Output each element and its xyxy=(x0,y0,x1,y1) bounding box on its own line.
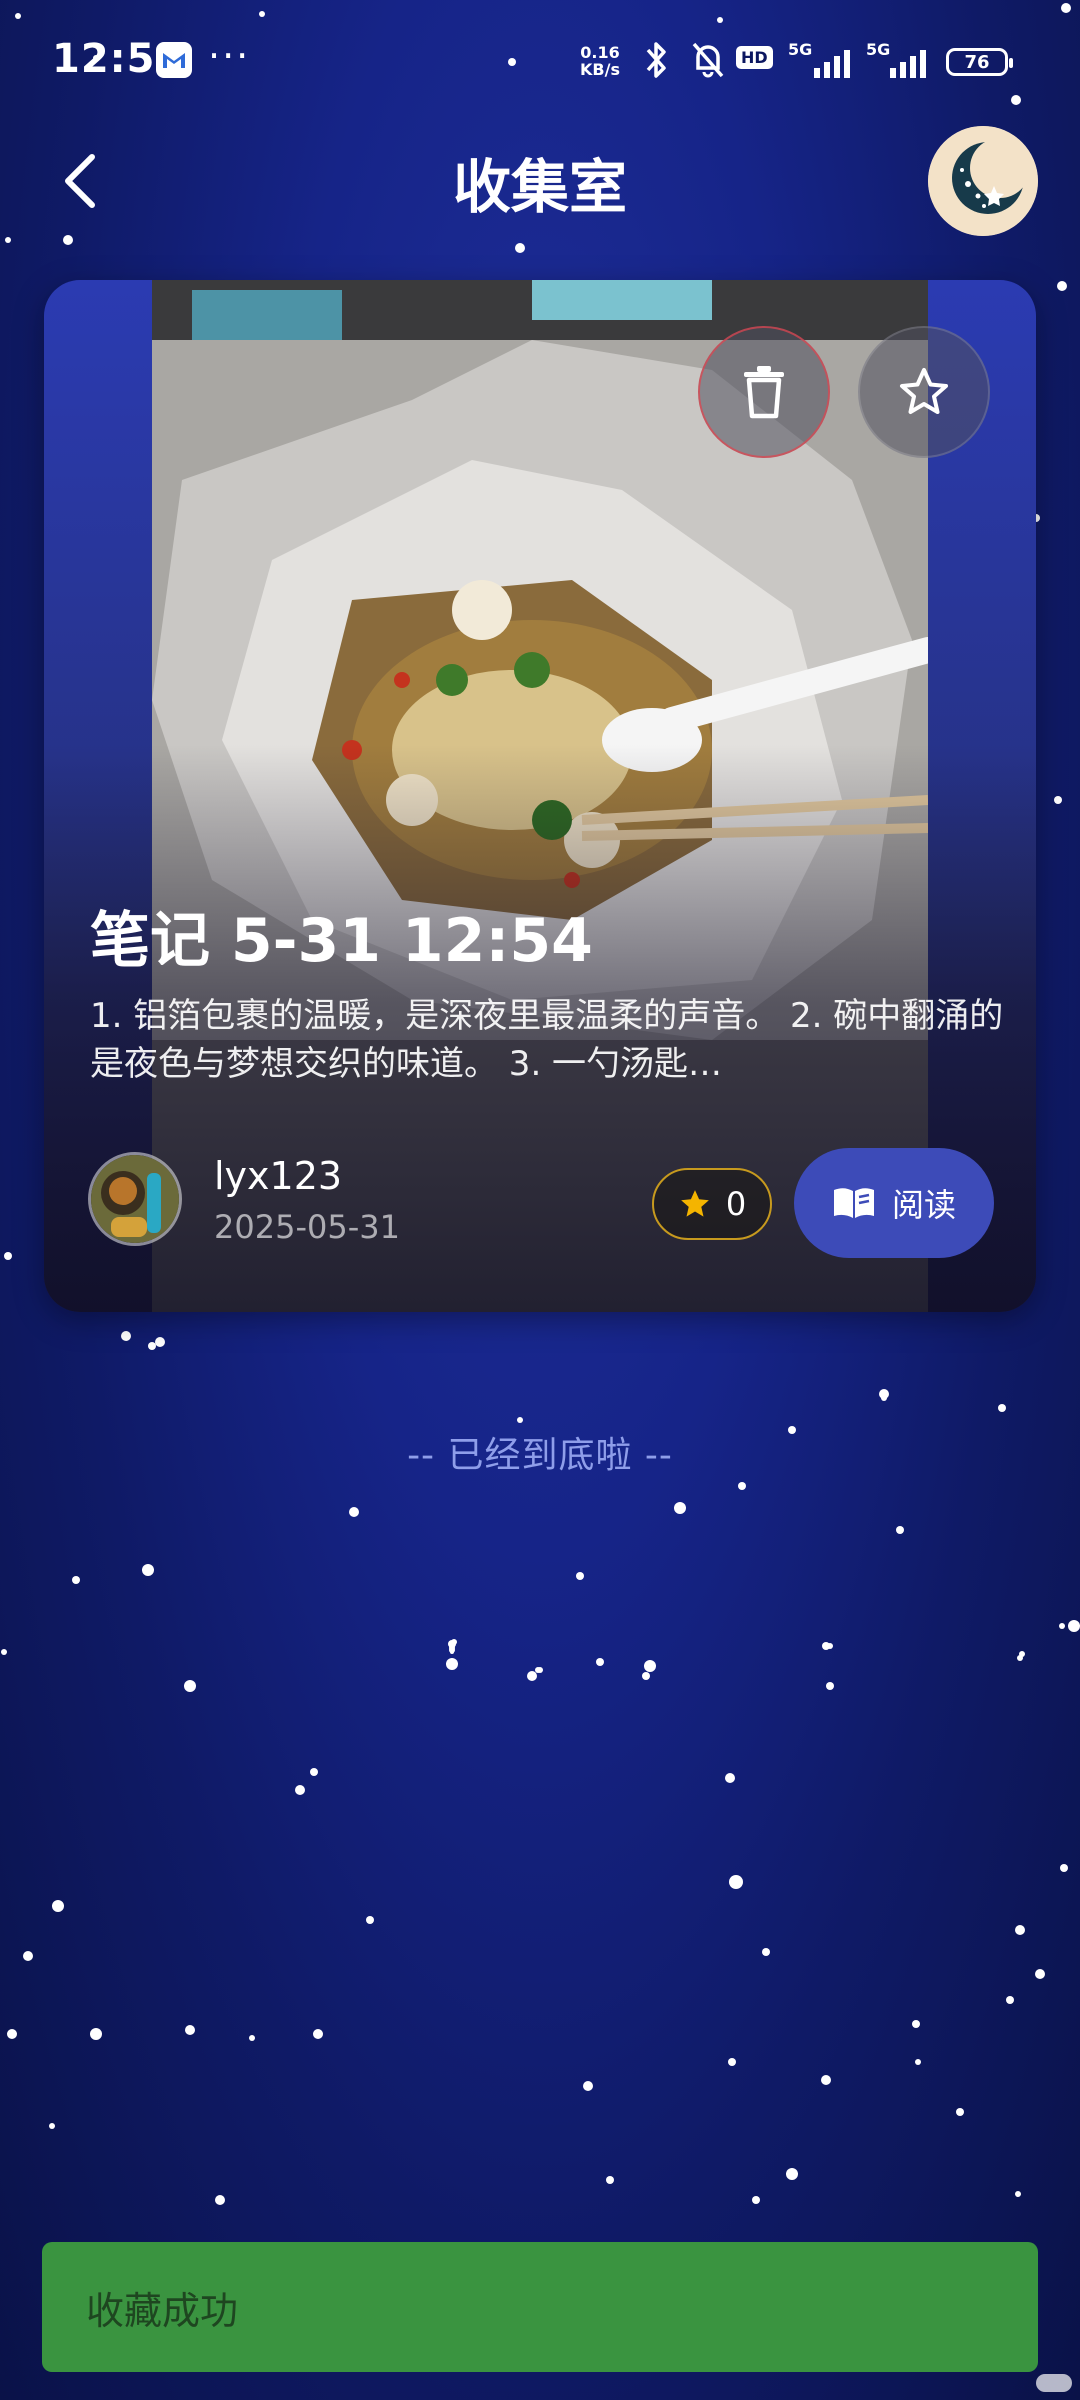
hd-icon: HD xyxy=(736,46,773,69)
mail-icon xyxy=(156,42,192,78)
favorite-count-badge: 0 xyxy=(652,1168,772,1240)
signal-icon xyxy=(814,50,850,78)
status-bar: 12:51 ··· 0.16 KB/s HD 5G 5G 76 xyxy=(0,0,1080,120)
toast-text: 收藏成功 xyxy=(86,2288,239,2333)
favorite-button[interactable] xyxy=(858,326,990,458)
end-of-list-text: -- 已经到底啦 -- xyxy=(407,1435,673,1476)
bluetooth-icon xyxy=(646,42,666,78)
delete-button[interactable] xyxy=(698,326,830,458)
star-outline-icon xyxy=(900,368,948,414)
network-type-label: 5G xyxy=(788,40,813,59)
network-speed-value: 0.16 xyxy=(580,43,620,62)
page-title: 收集室 xyxy=(452,153,627,221)
user-avatar[interactable] xyxy=(928,126,1038,236)
author-name: lyx123 xyxy=(214,1154,343,1198)
read-button[interactable]: 阅读 xyxy=(794,1148,994,1258)
read-button-label: 阅读 xyxy=(891,1186,956,1224)
note-title: 笔记 5-31 12:54 xyxy=(90,906,593,976)
trash-icon xyxy=(744,366,784,419)
mute-bell-icon xyxy=(692,42,724,78)
network-speed: 0.16 KB/s xyxy=(580,44,620,78)
author-avatar[interactable] xyxy=(88,1152,182,1246)
moon-logo-icon xyxy=(928,126,1038,236)
toast-message: 收藏成功 xyxy=(42,2242,1038,2372)
favorite-count: 0 xyxy=(725,1185,747,1223)
note-card[interactable]: 笔记 5-31 12:54 1. 铝箔包裹的温暖，是深夜里最温柔的声音。 2. … xyxy=(44,280,1036,1312)
signal-icon-2 xyxy=(890,50,926,78)
star-filled-icon xyxy=(680,1190,709,1217)
note-date: 2025-05-31 xyxy=(214,1208,400,1246)
open-book-icon xyxy=(833,1188,874,1218)
battery-icon: 76 xyxy=(946,48,1013,76)
network-speed-unit: KB/s xyxy=(580,60,620,79)
network-type-label-2: 5G xyxy=(866,40,891,59)
more-notifications-icon: ··· xyxy=(208,34,251,78)
note-description: 1. 铝箔包裹的温暖，是深夜里最温柔的声音。 2. 碗中翻涌的是夜色与梦想交织的… xyxy=(90,996,1004,1084)
watermark-badge xyxy=(1036,2374,1072,2392)
